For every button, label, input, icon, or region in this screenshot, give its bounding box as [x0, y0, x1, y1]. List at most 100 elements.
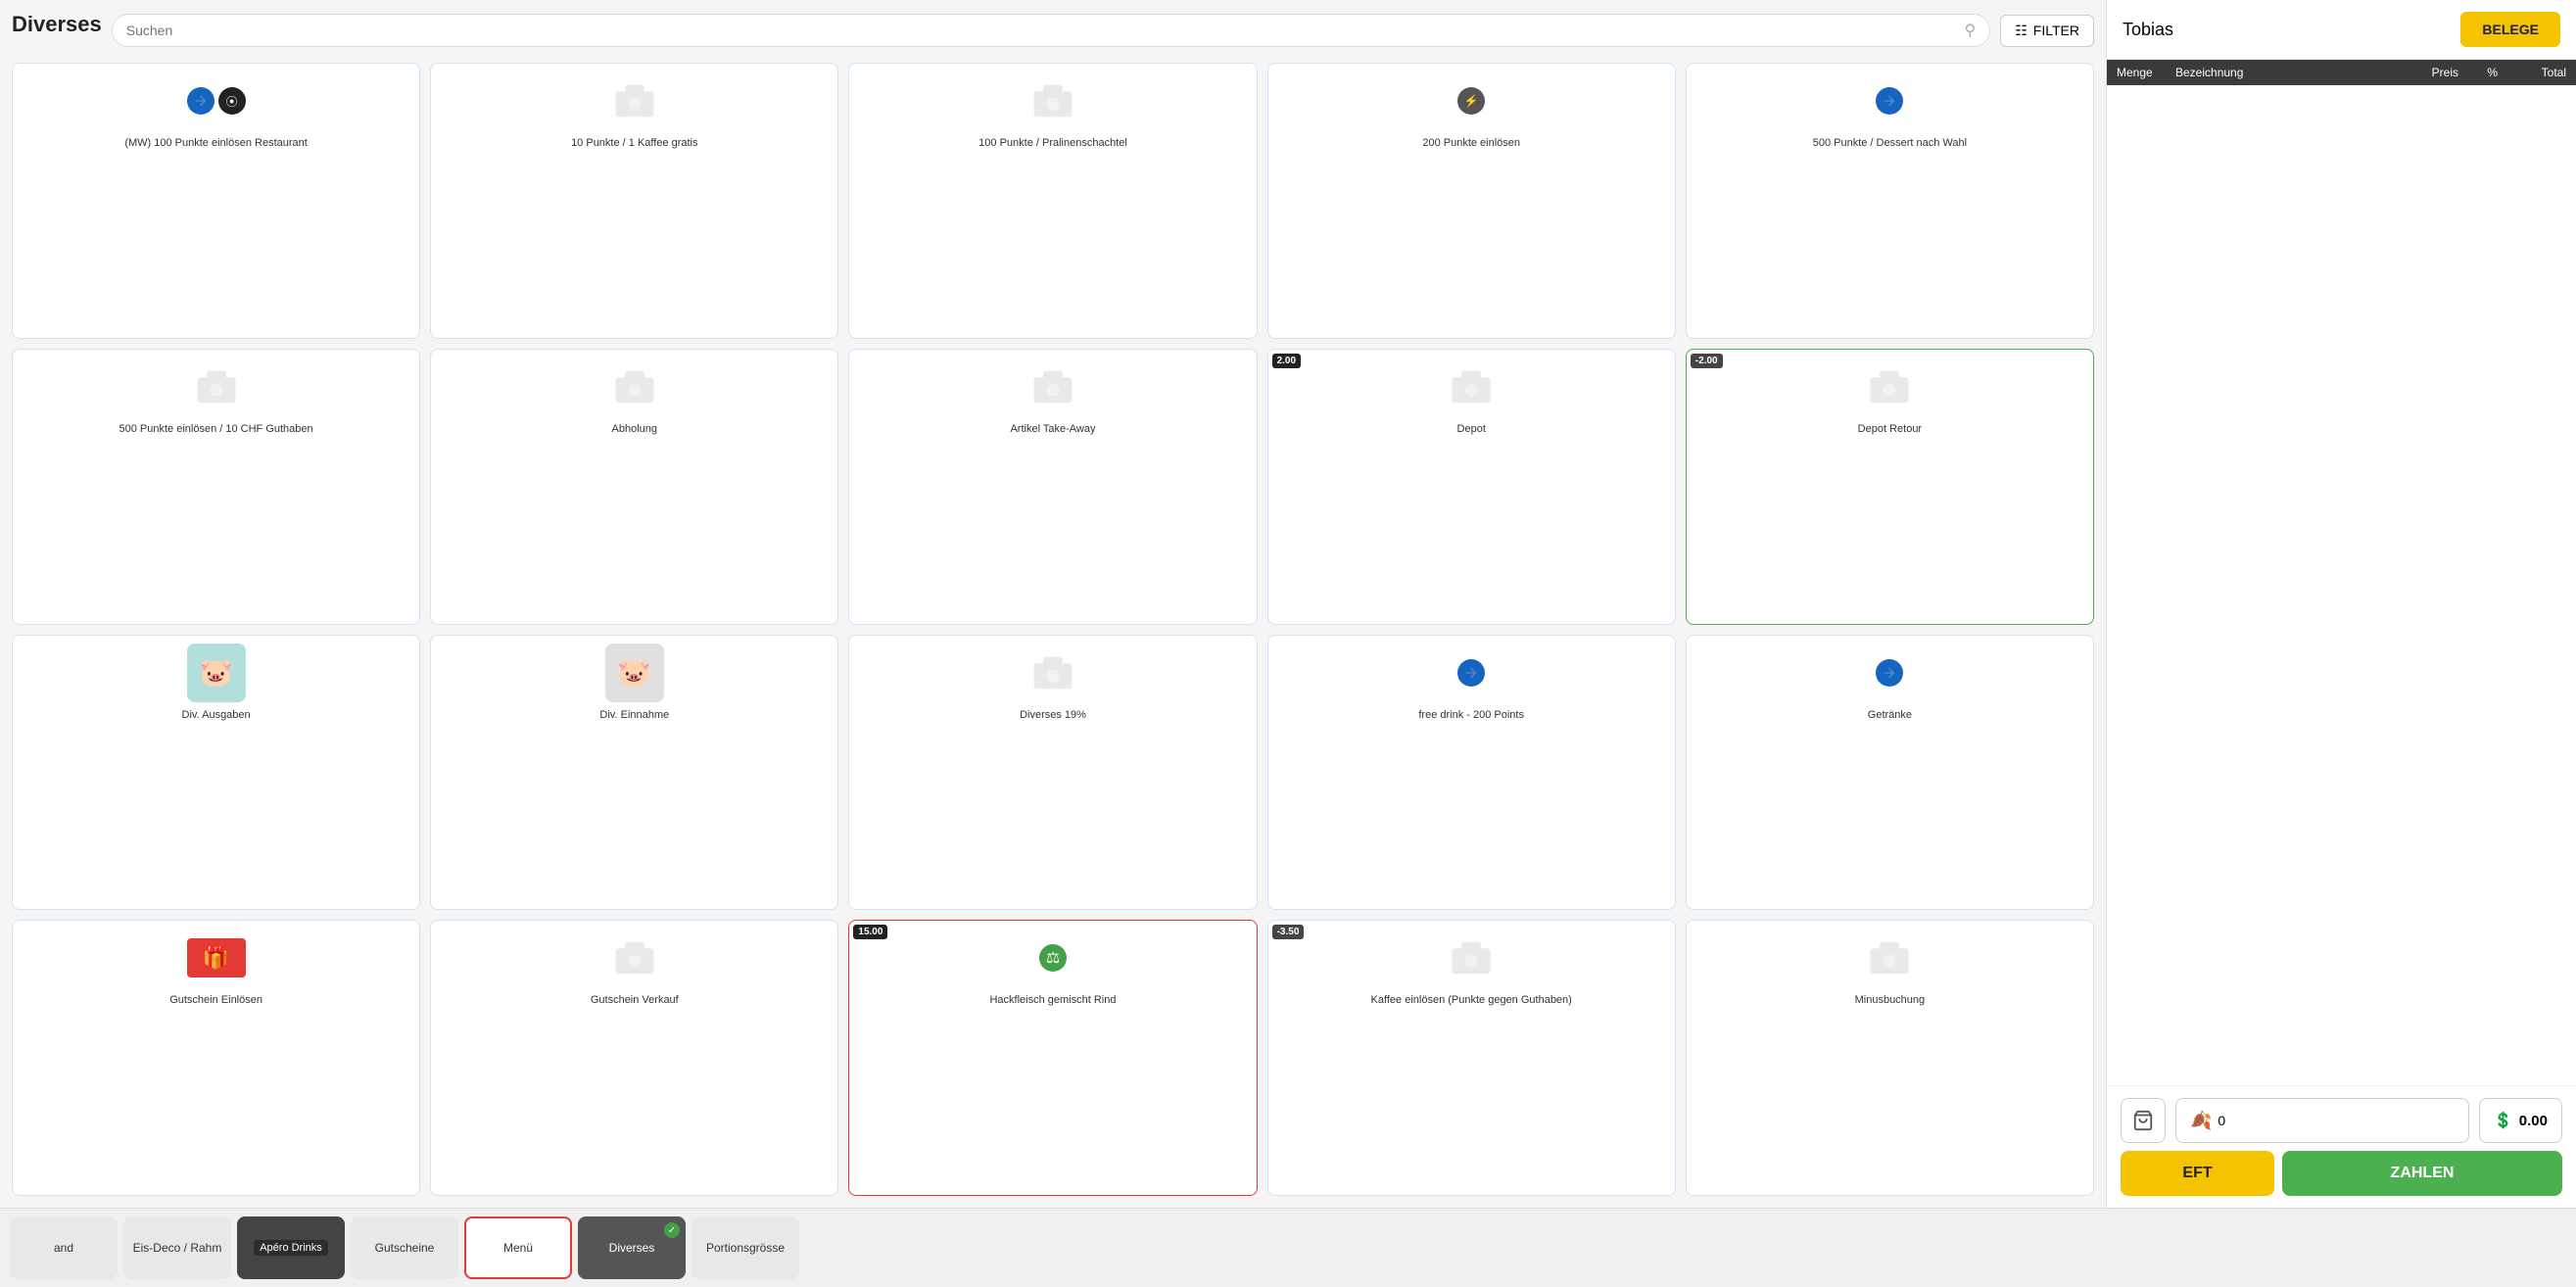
product-card[interactable]: ⚡ 200 Punkte einlösen	[1267, 63, 1676, 339]
cart-row: 🍂 0 💲 0.00	[2121, 1098, 2562, 1143]
product-card[interactable]: 10 Punkte / 1 Kaffee gratis	[430, 63, 838, 339]
product-image	[605, 72, 664, 130]
price-badge: -2.00	[1691, 354, 1723, 368]
right-footer: 🍂 0 💲 0.00 EFT ZAHLEN	[2107, 1085, 2576, 1208]
category-label: Eis-Deco / Rahm	[133, 1241, 222, 1255]
product-name: Diverses 19%	[1020, 708, 1086, 722]
product-name: 500 Punkte einlösen / 10 CHF Guthaben	[119, 422, 313, 436]
category-label: Apéro Drinks	[254, 1240, 328, 1256]
cart-button[interactable]	[2121, 1098, 2166, 1143]
product-image	[1860, 644, 1919, 702]
product-card[interactable]: Diverses 19%	[848, 635, 1257, 911]
product-card[interactable]: 🎁 Gutschein Einlösen	[12, 920, 420, 1196]
category-portion[interactable]: Portionsgrösse	[692, 1216, 799, 1279]
eft-button[interactable]: EFT	[2121, 1151, 2274, 1196]
product-card[interactable]: 2.00 Depot	[1267, 349, 1676, 625]
table-body	[2107, 85, 2576, 1085]
product-image: ⚖	[1024, 929, 1082, 987]
money-icon: 💲	[2494, 1111, 2513, 1130]
product-name: 100 Punkte / Pralinenschachtel	[978, 136, 1127, 150]
product-image: ⚡	[1442, 72, 1501, 130]
price-badge: 2.00	[1272, 354, 1301, 368]
product-image: 🐷	[187, 644, 246, 702]
product-name: Gutschein Einlösen	[169, 993, 262, 1007]
right-panel: Tobias BELEGE Menge Bezeichnung Preis % …	[2106, 0, 2576, 1208]
cart-quantity: 0	[2218, 1113, 2225, 1128]
basket-count: 🍂 0	[2175, 1098, 2469, 1143]
product-card[interactable]: 500 Punkte einlösen / 10 CHF Guthaben	[12, 349, 420, 625]
product-image: 🎁	[187, 929, 246, 987]
total-display: 💲 0.00	[2479, 1098, 2562, 1143]
product-name: Depot	[1457, 422, 1486, 436]
search-box: ⚲	[112, 14, 1990, 47]
filter-button[interactable]: ☷ FILTER	[2000, 15, 2094, 47]
product-name: Kaffee einlösen (Punkte gegen Guthaben)	[1371, 993, 1572, 1007]
user-name: Tobias	[2123, 20, 2173, 40]
product-card[interactable]: Artikel Take-Away	[848, 349, 1257, 625]
category-eis[interactable]: Eis-Deco / Rahm	[123, 1216, 231, 1279]
product-image: ⦿	[187, 72, 246, 130]
product-name: Div. Ausgaben	[182, 708, 251, 722]
col-bez: Bezeichnung	[2175, 66, 2390, 79]
product-card[interactable]: -3.50 Kaffee einlösen (Punkte gegen Guth…	[1267, 920, 1676, 1196]
filter-icon: ☷	[2015, 23, 2027, 39]
category-gutscheine[interactable]: Gutscheine	[351, 1216, 458, 1279]
product-image	[1442, 929, 1501, 987]
category-label: Diverses	[609, 1241, 655, 1255]
product-card[interactable]: Gutschein Verkauf	[430, 920, 838, 1196]
product-name: Gutschein Verkauf	[591, 993, 679, 1007]
product-card[interactable]: 🐷 Div. Ausgaben	[12, 635, 420, 911]
col-pct: %	[2458, 66, 2498, 79]
category-label: Menü	[503, 1241, 533, 1255]
product-name: Div. Einnahme	[599, 708, 669, 722]
category-menu[interactable]: Menü	[464, 1216, 572, 1279]
action-buttons: EFT ZAHLEN	[2121, 1151, 2562, 1196]
product-name: Minusbuchung	[1855, 993, 1926, 1007]
product-image	[605, 929, 664, 987]
table-header: Menge Bezeichnung Preis % Total	[2107, 60, 2576, 85]
category-label: and	[54, 1241, 73, 1255]
product-image	[605, 358, 664, 416]
product-card[interactable]: 15.00 ⚖ Hackfleisch gemischt Rind	[848, 920, 1257, 1196]
col-preis: Preis	[2390, 66, 2458, 79]
product-image	[1024, 644, 1082, 702]
price-badge: -3.50	[1272, 925, 1305, 939]
product-grid: ⦿ (MW) 100 Punkte einlösen Restaurant 10…	[12, 63, 2094, 1196]
product-image: 🐷	[605, 644, 664, 702]
price-badge: 15.00	[853, 925, 887, 939]
product-image	[1860, 358, 1919, 416]
product-card[interactable]: Getränke	[1686, 635, 2094, 911]
category-diverses[interactable]: ✓ Diverses	[578, 1216, 686, 1279]
product-card[interactable]: 100 Punkte / Pralinenschachtel	[848, 63, 1257, 339]
product-name: free drink - 200 Points	[1418, 708, 1524, 722]
page-title: Diverses	[12, 12, 102, 37]
product-card[interactable]: ⦿ (MW) 100 Punkte einlösen Restaurant	[12, 63, 420, 339]
product-card[interactable]: Abholung	[430, 349, 838, 625]
product-image	[1024, 72, 1082, 130]
cart-total: 0.00	[2519, 1113, 2548, 1129]
product-image	[1860, 929, 1919, 987]
search-input[interactable]	[126, 23, 1957, 38]
right-header: Tobias BELEGE	[2107, 0, 2576, 60]
product-name: (MW) 100 Punkte einlösen Restaurant	[124, 136, 307, 150]
product-card[interactable]: free drink - 200 Points	[1267, 635, 1676, 911]
product-name: Depot Retour	[1858, 422, 1922, 436]
product-card[interactable]: Minusbuchung	[1686, 920, 2094, 1196]
product-card[interactable]: -2.00 Depot Retour	[1686, 349, 2094, 625]
category-apero[interactable]: Apéro Drinks	[237, 1216, 345, 1279]
product-image	[1860, 72, 1919, 130]
product-name: 500 Punkte / Dessert nach Wahl	[1813, 136, 1967, 150]
pay-button[interactable]: ZAHLEN	[2282, 1151, 2562, 1196]
product-card[interactable]: 500 Punkte / Dessert nach Wahl	[1686, 63, 2094, 339]
belege-button[interactable]: BELEGE	[2460, 12, 2560, 47]
product-image	[1024, 358, 1082, 416]
active-check: ✓	[664, 1222, 680, 1238]
category-and[interactable]: and	[10, 1216, 118, 1279]
product-image	[187, 358, 246, 416]
product-name: Abholung	[612, 422, 658, 436]
col-total: Total	[2498, 66, 2566, 79]
product-image	[1442, 644, 1501, 702]
category-label: Gutscheine	[375, 1241, 435, 1255]
product-card[interactable]: 🐷 Div. Einnahme	[430, 635, 838, 911]
product-name: 200 Punkte einlösen	[1422, 136, 1520, 150]
